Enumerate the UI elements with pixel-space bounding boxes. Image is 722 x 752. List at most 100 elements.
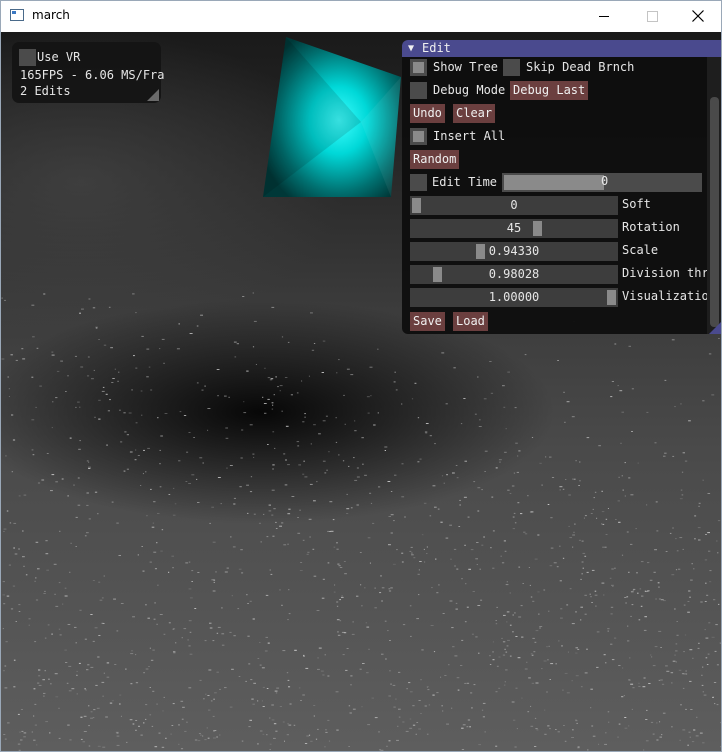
noise-speck bbox=[116, 630, 119, 632]
noise-speck bbox=[411, 552, 413, 554]
noise-speck bbox=[637, 592, 639, 594]
noise-speck bbox=[257, 658, 260, 659]
noise-speck bbox=[31, 449, 34, 451]
noise-speck bbox=[150, 488, 152, 490]
noise-speck bbox=[442, 710, 444, 712]
noise-speck bbox=[13, 659, 16, 661]
noise-speck bbox=[148, 666, 150, 667]
scrollbar-thumb[interactable] bbox=[710, 97, 719, 327]
slider-grab[interactable] bbox=[412, 198, 421, 213]
noise-speck bbox=[675, 650, 678, 652]
noise-speck bbox=[43, 593, 46, 594]
noise-speck bbox=[216, 632, 219, 634]
noise-speck bbox=[511, 701, 515, 703]
noise-speck bbox=[680, 704, 682, 706]
noise-speck bbox=[124, 431, 127, 433]
noise-speck bbox=[90, 666, 94, 668]
scale-slider[interactable]: 0.94330 bbox=[410, 242, 618, 261]
noise-speck bbox=[705, 582, 707, 584]
noise-speck bbox=[140, 390, 143, 392]
use-vr-checkbox[interactable] bbox=[19, 49, 36, 66]
noise-speck bbox=[207, 429, 209, 431]
slider-grab[interactable] bbox=[607, 290, 616, 305]
noise-speck bbox=[90, 717, 93, 719]
load-button[interactable]: Load bbox=[453, 312, 488, 331]
noise-speck bbox=[466, 726, 469, 728]
noise-speck bbox=[614, 637, 617, 639]
noise-speck bbox=[532, 637, 535, 639]
title-bar[interactable]: march bbox=[1, 1, 721, 32]
noise-speck bbox=[371, 697, 374, 699]
skip-dead-branch-checkbox[interactable] bbox=[503, 59, 520, 76]
noise-speck bbox=[660, 647, 662, 648]
insert-all-checkbox[interactable] bbox=[410, 128, 427, 145]
noise-speck bbox=[75, 406, 77, 408]
noise-speck bbox=[75, 516, 78, 518]
noise-speck bbox=[390, 532, 393, 534]
overlay-resize-grip[interactable] bbox=[147, 89, 159, 101]
noise-speck bbox=[249, 424, 253, 426]
noise-speck bbox=[418, 594, 420, 596]
noise-speck bbox=[398, 671, 401, 673]
edit-time-checkbox[interactable] bbox=[410, 174, 427, 191]
debug-last-button[interactable]: Debug Last bbox=[510, 81, 589, 100]
save-button[interactable]: Save bbox=[410, 312, 445, 331]
noise-speck bbox=[492, 659, 495, 661]
slider-grab[interactable] bbox=[532, 221, 542, 236]
noise-speck bbox=[550, 517, 553, 519]
noise-speck bbox=[577, 746, 580, 748]
close-button[interactable] bbox=[675, 1, 721, 32]
noise-speck bbox=[361, 706, 363, 708]
noise-speck bbox=[198, 733, 201, 734]
noise-speck bbox=[265, 594, 269, 596]
noise-speck bbox=[632, 687, 635, 689]
noise-speck bbox=[346, 368, 350, 370]
rotation-slider[interactable]: 45 bbox=[410, 219, 618, 238]
noise-speck bbox=[484, 731, 486, 733]
noise-speck bbox=[154, 602, 156, 604]
slider-grab[interactable] bbox=[433, 267, 443, 282]
noise-speck bbox=[628, 345, 631, 347]
noise-speck bbox=[84, 688, 86, 690]
noise-speck bbox=[94, 627, 98, 629]
noise-speck bbox=[176, 348, 180, 350]
show-tree-checkbox[interactable] bbox=[410, 59, 427, 76]
noise-speck bbox=[663, 600, 666, 602]
clear-button[interactable]: Clear bbox=[453, 104, 496, 123]
noise-speck bbox=[463, 496, 467, 498]
maximize-button[interactable] bbox=[629, 1, 675, 32]
noise-speck bbox=[696, 716, 698, 718]
render-viewport[interactable]: Use VR 165FPS - 6.06 MS/Fra 2 Edits ▼ Ed… bbox=[1, 32, 721, 751]
noise-speck bbox=[217, 395, 219, 397]
noise-speck bbox=[88, 518, 91, 520]
collapse-arrow-icon[interactable]: ▼ bbox=[408, 40, 414, 57]
soft-slider[interactable]: 0 bbox=[410, 196, 618, 215]
noise-speck bbox=[157, 417, 159, 419]
noise-speck bbox=[287, 341, 290, 343]
noise-speck bbox=[257, 743, 259, 745]
noise-speck bbox=[208, 669, 212, 671]
noise-speck bbox=[564, 421, 566, 423]
slider-grab[interactable] bbox=[476, 244, 486, 259]
noise-speck bbox=[229, 706, 233, 708]
noise-speck bbox=[472, 591, 475, 592]
noise-speck bbox=[627, 625, 629, 627]
noise-speck bbox=[35, 406, 37, 408]
noise-speck bbox=[157, 513, 160, 514]
random-button[interactable]: Random bbox=[410, 150, 460, 169]
edit-panel-scrollbar[interactable] bbox=[707, 57, 721, 334]
noise-speck bbox=[200, 314, 203, 316]
noise-speck bbox=[50, 490, 53, 492]
division-threshold-slider[interactable]: 0.98028 bbox=[410, 265, 618, 284]
visualization-slider[interactable]: 1.00000 bbox=[410, 288, 618, 307]
noise-speck bbox=[87, 375, 90, 377]
noise-speck bbox=[50, 683, 52, 685]
undo-button[interactable]: Undo bbox=[410, 104, 445, 123]
noise-speck bbox=[213, 730, 216, 732]
noise-speck bbox=[56, 370, 60, 372]
debug-mode-checkbox[interactable] bbox=[410, 82, 427, 99]
edit-panel-title-bar[interactable]: ▼ Edit bbox=[402, 40, 721, 57]
edit-panel-resize-grip[interactable] bbox=[709, 322, 721, 334]
noise-speck bbox=[110, 347, 113, 349]
minimize-button[interactable] bbox=[581, 1, 627, 32]
